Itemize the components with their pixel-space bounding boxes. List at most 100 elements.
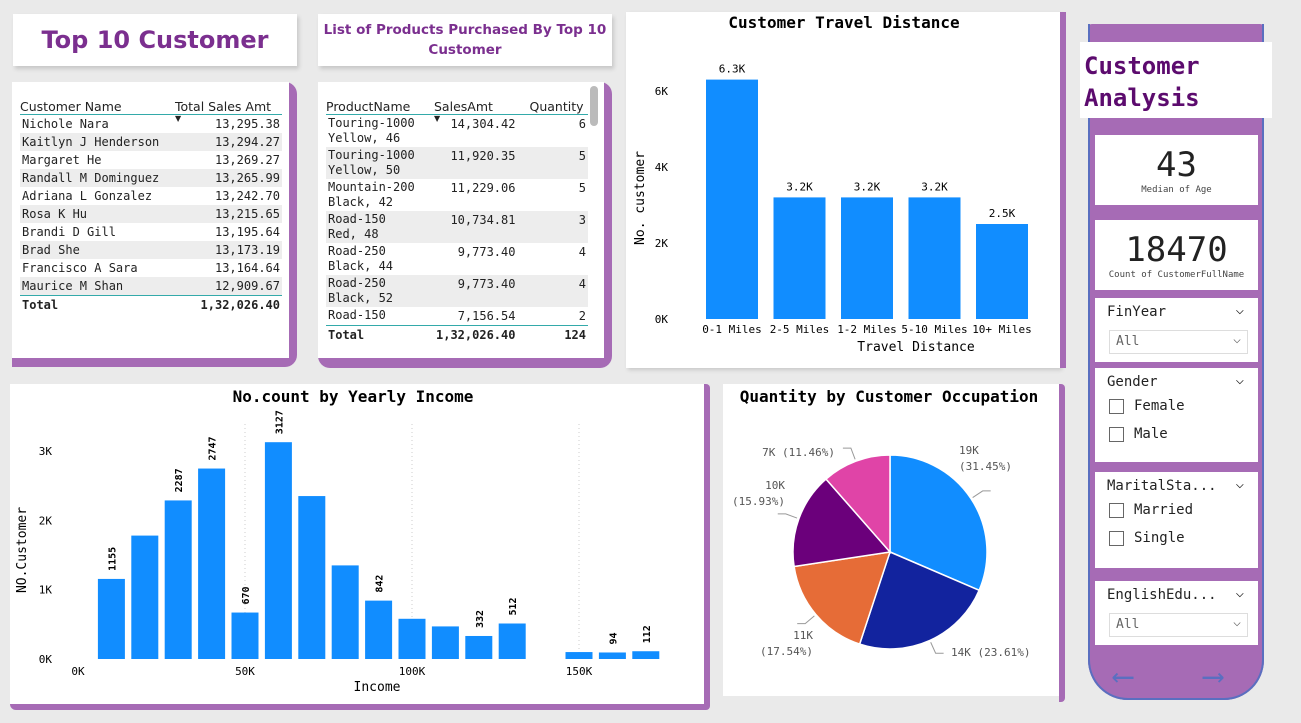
x-tick-label: 100K [399, 665, 426, 678]
table-row[interactable]: Road-250 Black, 52 9,773.40 4 [326, 275, 588, 307]
checkbox-icon[interactable] [1109, 502, 1124, 518]
bar[interactable] [598, 652, 626, 659]
products-title-card: List of Products Purchased By Top 10 Cus… [318, 14, 612, 66]
col-total-sales[interactable]: Total Sales Amt ▼ [175, 88, 282, 123]
chevron-down-icon[interactable]: ⌵ [1236, 476, 1244, 492]
slice-label: 11K [793, 629, 813, 642]
table-total-row: Total 1,32,026.40 124 [326, 325, 588, 344]
table-row[interactable]: Touring-1000 Yellow, 50 11,920.35 5 [326, 147, 588, 179]
bar[interactable] [908, 197, 961, 319]
table-row[interactable]: Road-250 Black, 44 9,773.40 4 [326, 243, 588, 275]
total-label: Total [326, 325, 434, 344]
table-row[interactable]: Road-150 Red, 48 10,734.81 3 [326, 211, 588, 243]
x-tick-label: 2-5 Miles [770, 323, 830, 336]
product-table-scrollbar[interactable] [590, 86, 598, 126]
col-sales-amt[interactable]: SalesAmt ▼ [434, 88, 530, 123]
y-tick-label: 2K [39, 514, 53, 527]
bar[interactable] [131, 535, 159, 659]
slice-label: 10K [765, 479, 785, 492]
table-row[interactable]: Brad She 13,173.19 [20, 241, 282, 259]
col-product-name[interactable]: ProductName [326, 88, 434, 115]
sales-amt-cell: 11,229.06 [450, 181, 516, 195]
table-row[interactable]: Francisco A Sara 13,164.64 [20, 259, 282, 277]
forward-arrow-icon[interactable]: ⟶ [1204, 662, 1222, 692]
gender-option-male[interactable]: Male [1109, 426, 1258, 442]
data-label: 670 [241, 586, 252, 604]
bar[interactable] [632, 651, 660, 659]
product-name-line2: Red, 48 [328, 227, 379, 241]
table-row[interactable]: Margaret He 13,269.27 [20, 151, 282, 169]
table-row[interactable]: Maurice M Shan 12,909.67 [20, 277, 282, 296]
col-quantity[interactable]: Quantity [529, 88, 588, 115]
data-label: 2287 [174, 468, 185, 492]
bar[interactable] [498, 623, 526, 659]
table-row[interactable]: Mountain-200 Black, 42 11,229.06 5 [326, 179, 588, 211]
bar[interactable] [298, 496, 326, 659]
y-tick-label: 0K [655, 313, 669, 326]
bar[interactable] [365, 600, 393, 659]
bar[interactable] [198, 468, 226, 659]
checkbox-icon[interactable] [1109, 426, 1124, 442]
chevron-down-icon[interactable]: ⌵ [1236, 372, 1244, 388]
table-row[interactable]: Randall M Dominguez 13,265.99 [20, 169, 282, 187]
travel-chart-accent [1060, 12, 1066, 368]
education-dropdown[interactable]: All ⌵ [1109, 613, 1248, 637]
finyear-value: All [1116, 334, 1140, 349]
travel-distance-chart: Customer Travel Distance Travel Distance… [633, 13, 1032, 355]
gender-option-female[interactable]: Female [1109, 398, 1258, 414]
data-label: 94 [608, 632, 619, 644]
bar[interactable] [97, 578, 125, 659]
checkbox-icon[interactable] [1109, 530, 1124, 546]
bar[interactable] [465, 635, 493, 659]
chevron-down-icon[interactable]: ⌵ [1236, 302, 1244, 318]
bar[interactable] [841, 197, 893, 319]
data-label: 2.5K [989, 207, 1016, 220]
product-name-cell: Touring-1000 Yellow, 46 [326, 115, 434, 148]
product-name-line1: Touring-1000 [328, 116, 415, 130]
marital-option-single[interactable]: Single [1109, 530, 1258, 546]
travel-chart-title: Customer Travel Distance [728, 13, 959, 32]
bar[interactable] [264, 442, 292, 659]
table-row[interactable]: Touring-1000 Yellow, 46 14,304.42 6 [326, 115, 588, 148]
occupation-pie-chart: Quantity by Customer Occupation 19K (31.4… [732, 387, 1038, 659]
finyear-slicer[interactable]: FinYear ⌵ All ⌵ [1095, 298, 1258, 362]
table-row[interactable]: Brandi D Gill 13,195.64 [20, 223, 282, 241]
marital-option-married[interactable]: Married [1109, 502, 1258, 518]
table-row[interactable]: Nichole Nara 13,295.38 [20, 115, 282, 134]
y-tick-label: 6K [655, 85, 669, 98]
bar[interactable] [706, 79, 758, 319]
bar[interactable] [164, 500, 192, 659]
back-arrow-icon[interactable]: ⟵ [1114, 662, 1132, 692]
bar[interactable] [231, 612, 259, 659]
table-row[interactable]: Rosa K Hu 13,215.65 [20, 205, 282, 223]
col-customer-name[interactable]: Customer Name [20, 88, 175, 115]
slice-label: 14K (23.61%) [951, 646, 1030, 659]
x-tick-label: 0K [71, 665, 85, 678]
bar[interactable] [976, 224, 1028, 319]
sales-amt-cell: 10,734.81 [434, 211, 530, 243]
bar[interactable] [565, 652, 593, 659]
products-title: List of Products Purchased By Top 10 Cus… [318, 14, 612, 60]
total-sales: 1,32,026.40 [434, 325, 530, 344]
leader-line [930, 642, 944, 654]
panel-title-card: Customer Analysis [1080, 42, 1272, 118]
bar[interactable] [398, 618, 426, 659]
bar[interactable] [431, 626, 459, 659]
education-slicer[interactable]: EnglishEdu... ⌵ All ⌵ [1095, 581, 1258, 645]
gender-option-male-label: Male [1134, 426, 1168, 442]
quantity-cell: 4 [578, 245, 586, 259]
customer-name-cell: Kaitlyn J Henderson [20, 133, 175, 151]
bar[interactable] [331, 565, 359, 659]
finyear-dropdown[interactable]: All ⌵ [1109, 330, 1248, 354]
income-chart-xlabel: Income [354, 680, 401, 695]
customer-name-cell: Rosa K Hu [20, 205, 175, 223]
product-name-line1: Road-150 [328, 308, 386, 322]
checkbox-icon[interactable] [1109, 398, 1124, 414]
data-label: 332 [475, 610, 486, 628]
chevron-down-icon[interactable]: ⌵ [1236, 585, 1244, 601]
table-row[interactable]: Road-150 7,156.54 2 [326, 307, 588, 326]
bar[interactable] [773, 197, 826, 319]
table-row[interactable]: Kaitlyn J Henderson 13,294.27 [20, 133, 282, 151]
table-row[interactable]: Adriana L Gonzalez 13,242.70 [20, 187, 282, 205]
income-chart-accent-right [704, 384, 710, 710]
